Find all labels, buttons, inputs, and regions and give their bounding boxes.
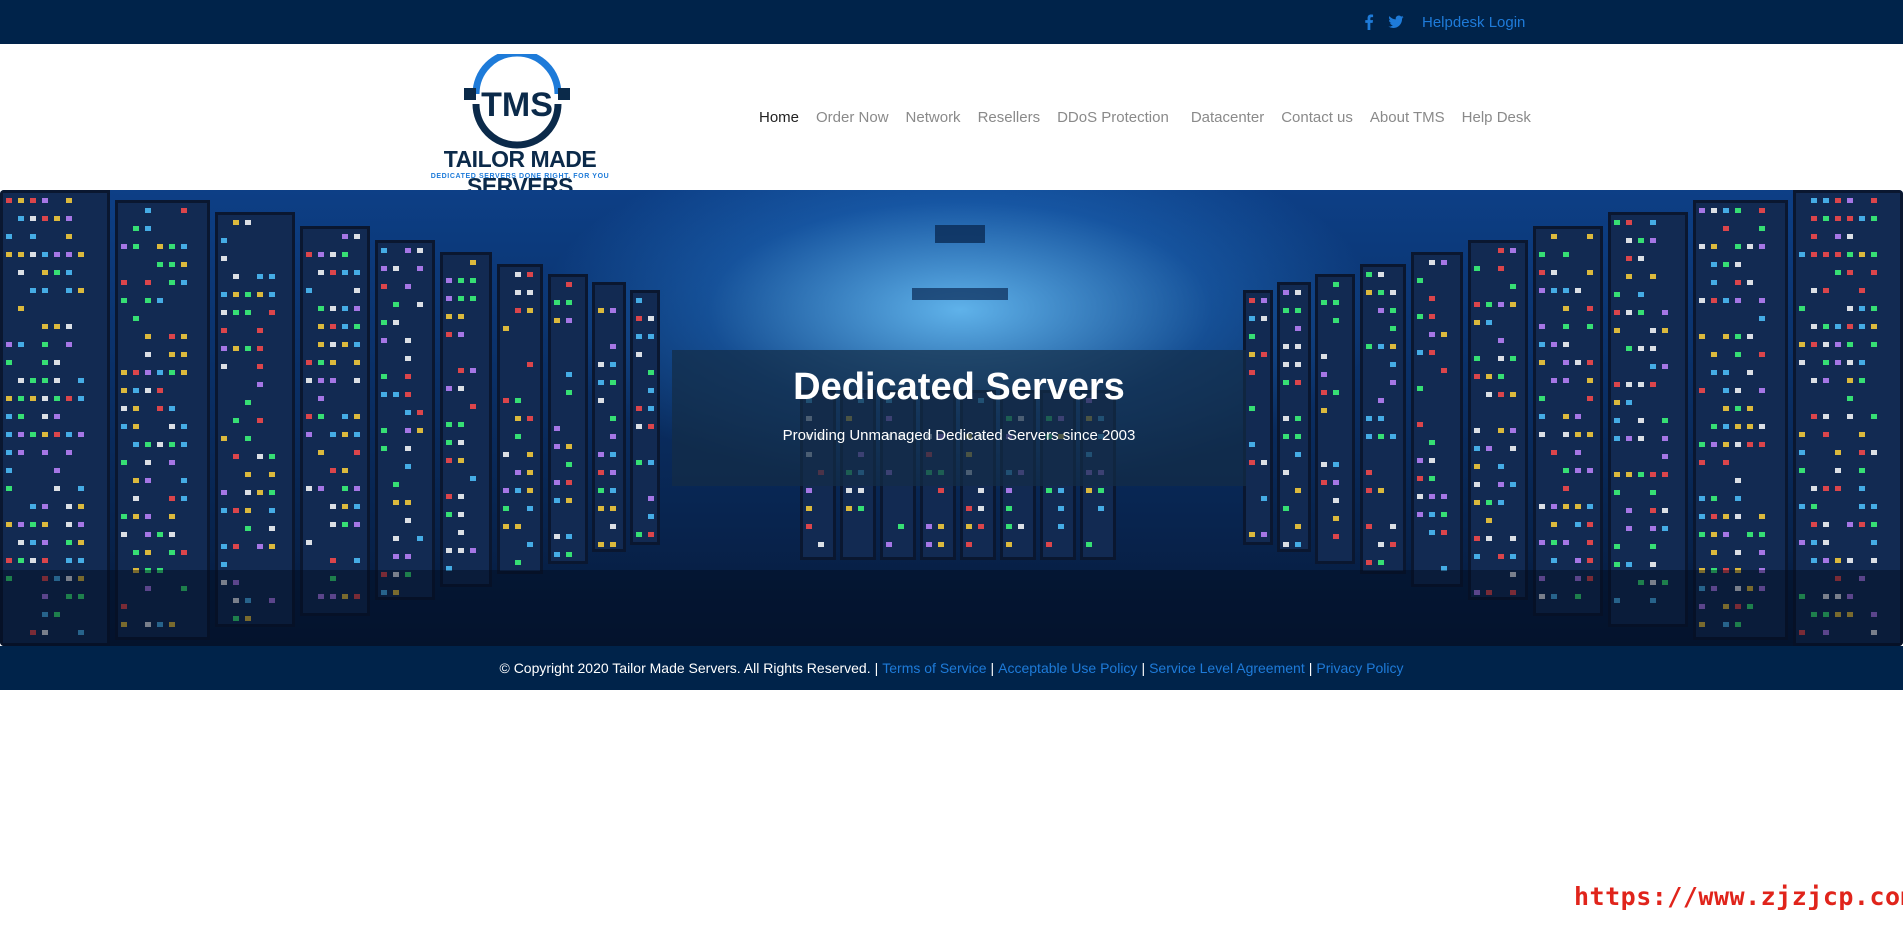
- site-header: TMS TAILOR MADE SERVERS DEDICATED SERVER…: [0, 44, 1903, 199]
- hero-banner: Dedicated Servers Providing Unmanaged De…: [0, 190, 1903, 646]
- main-nav: Home Order Now Network Resellers DDoS Pr…: [759, 44, 1548, 190]
- nav-about-tms[interactable]: About TMS: [1370, 109, 1445, 126]
- nav-home[interactable]: Home: [759, 109, 799, 126]
- nav-contact-us[interactable]: Contact us: [1281, 109, 1353, 126]
- hero-title: Dedicated Servers: [793, 366, 1125, 408]
- footer-link-privacy-policy[interactable]: Privacy Policy: [1316, 660, 1403, 676]
- ceiling-vent: [935, 225, 985, 243]
- footer-link-service-level-agreement[interactable]: Service Level Agreement: [1149, 660, 1305, 676]
- nav-ddos-protection[interactable]: DDoS Protection: [1057, 109, 1169, 126]
- watermark-url: https://www.zjzjcp.com: [1574, 882, 1903, 911]
- twitter-icon[interactable]: [1388, 14, 1404, 30]
- footer-link-terms-of-service[interactable]: Terms of Service: [882, 660, 986, 676]
- site-footer: © Copyright 2020 Tailor Made Servers. Al…: [0, 646, 1903, 690]
- nav-resellers[interactable]: Resellers: [978, 109, 1041, 126]
- hero-subtitle: Providing Unmanaged Dedicated Servers si…: [782, 427, 1136, 444]
- nav-network[interactable]: Network: [906, 109, 961, 126]
- logo-tagline: DEDICATED SERVERS DONE RIGHT. FOR YOU: [430, 173, 610, 180]
- footer-link-acceptable-use-policy[interactable]: Acceptable Use Policy: [998, 660, 1137, 676]
- footer-separator: |: [1141, 660, 1146, 676]
- nav-datacenter[interactable]: Datacenter: [1191, 109, 1264, 126]
- footer-separator: |: [990, 660, 995, 676]
- footer-separator: |: [1308, 660, 1313, 676]
- topbar-links: Helpdesk Login: [1362, 0, 1525, 44]
- tms-logo[interactable]: TMS TAILOR MADE SERVERS DEDICATED SERVER…: [402, 54, 638, 199]
- nav-order-now[interactable]: Order Now: [816, 109, 889, 126]
- nav-help-desk[interactable]: Help Desk: [1462, 109, 1531, 126]
- ceiling-vent: [912, 288, 1008, 300]
- top-bar: Helpdesk Login: [0, 0, 1903, 44]
- facebook-icon[interactable]: [1362, 14, 1376, 30]
- tms-logo-mark: TMS: [464, 54, 570, 149]
- logo-mark-letters: TMS: [481, 86, 553, 124]
- copyright-text: © Copyright 2020 Tailor Made Servers. Al…: [499, 660, 871, 676]
- footer-separator: |: [874, 660, 879, 676]
- helpdesk-login-link[interactable]: Helpdesk Login: [1422, 14, 1525, 31]
